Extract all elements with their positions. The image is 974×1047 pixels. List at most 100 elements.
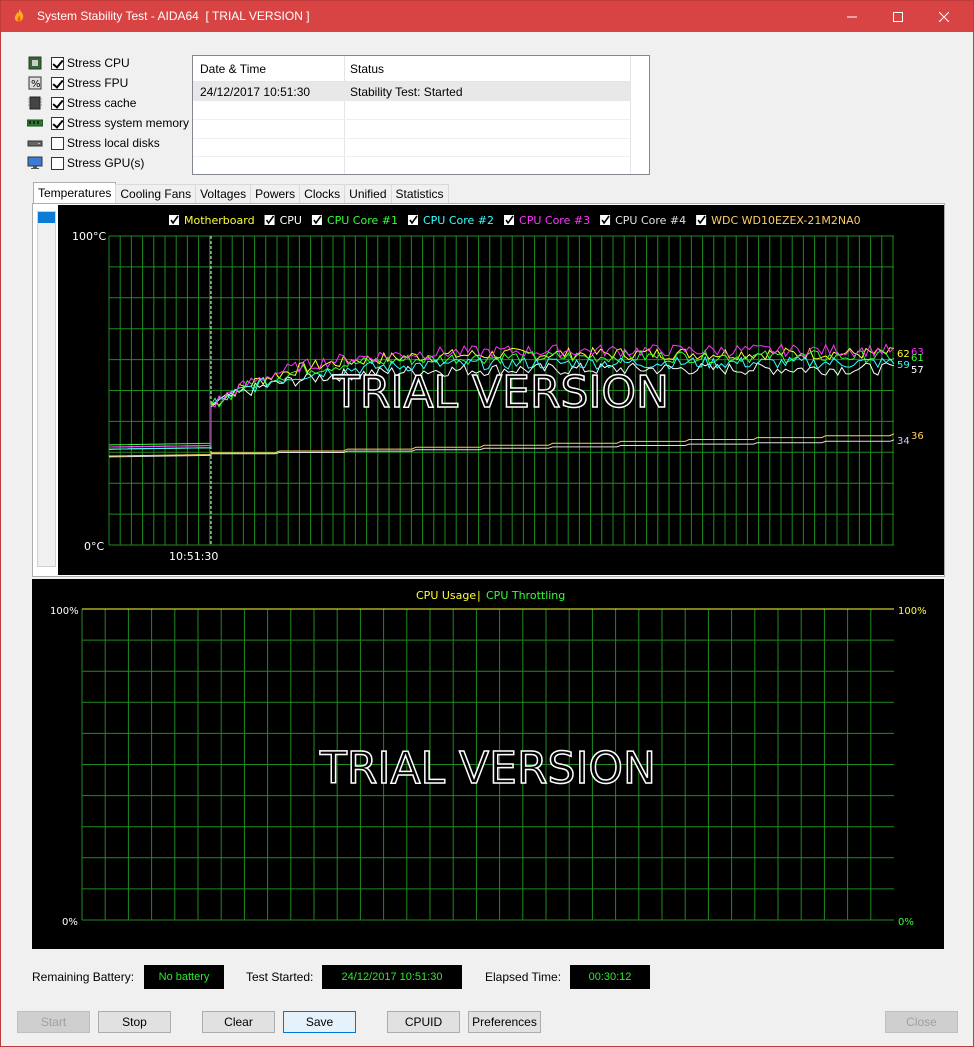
stress-cpu-label: Stress CPU <box>67 56 130 70</box>
row-divider <box>193 156 630 157</box>
series-end-value: 59 <box>897 360 910 371</box>
stress-options: Stress CPU % Stress FPU Stress cache Str… <box>27 53 189 173</box>
stress-fpu-label: Stress FPU <box>67 76 129 90</box>
disk-drive-icon <box>27 140 43 147</box>
memory-module-icon <box>27 119 43 127</box>
test-started-value: 24/12/2017 10:51:30 <box>322 965 462 989</box>
x-marker-label: 10:51:30 <box>169 550 218 563</box>
stress-cpu-option[interactable]: Stress CPU <box>27 53 189 73</box>
stress-cache-checkbox[interactable] <box>51 96 64 110</box>
y-left-bottom-label: 0% <box>62 917 78 928</box>
legend-series-label: CPU Core #1 <box>327 214 398 227</box>
title-bar[interactable]: System Stability Test - AIDA64 [ TRIAL V… <box>1 1 973 32</box>
stress-disks-option[interactable]: Stress local disks <box>27 133 189 153</box>
elapsed-time-value: 00:30:12 <box>570 965 650 989</box>
monitor-gpu-icon <box>27 156 43 169</box>
y-right-top-label: 100% <box>898 606 927 617</box>
column-divider <box>630 56 631 174</box>
legend-series-label: CPU <box>280 214 302 227</box>
series-end-value: 57 <box>911 365 924 376</box>
cpu-usage-legend: CPU Usage <box>416 589 476 602</box>
stress-cache-option[interactable]: Stress cache <box>27 93 189 113</box>
stress-memory-checkbox[interactable] <box>51 116 64 130</box>
stress-gpu-checkbox[interactable] <box>51 156 64 170</box>
close-button[interactable]: Close <box>885 1011 958 1033</box>
stop-button[interactable]: Stop <box>98 1011 171 1033</box>
clear-button[interactable]: Clear <box>202 1011 275 1033</box>
maximize-button[interactable] <box>875 1 921 32</box>
column-header-datetime[interactable]: Date & Time <box>200 62 266 76</box>
cpuid-button[interactable]: CPUID <box>387 1011 460 1033</box>
stress-fpu-option[interactable]: % Stress FPU <box>27 73 189 93</box>
cpu-throttling-legend: CPU Throttling <box>486 589 565 602</box>
stress-gpu-option[interactable]: Stress GPU(s) <box>27 153 189 173</box>
svg-text:%: % <box>31 79 41 90</box>
preferences-button[interactable]: Preferences <box>468 1011 541 1033</box>
cpu-usage-chart-svg: CPU Usage | CPU Throttling 100% 0% 100% … <box>50 589 927 928</box>
cpu-chip-icon <box>28 56 42 70</box>
y-left-top-label: 100% <box>50 606 79 617</box>
legend-series-label: WDC WD10EZEX-21M2NA0 <box>711 214 861 227</box>
temperature-legend: Motherboard CPU CPU Core #1 CPU Core #2 CPU … <box>169 214 861 227</box>
legend-series-label: CPU Core #4 <box>615 214 686 227</box>
start-button[interactable]: Start <box>17 1011 90 1033</box>
tab-clocks[interactable]: Clocks <box>299 184 346 204</box>
series-end-value: 34 <box>897 436 910 447</box>
log-row[interactable]: 24/12/2017 10:51:30 Stability Test: Star… <box>193 82 630 101</box>
save-button[interactable]: Save <box>283 1011 356 1033</box>
stress-memory-label: Stress system memory <box>67 116 190 130</box>
elapsed-time-label: Elapsed Time: <box>485 970 562 984</box>
stress-disks-label: Stress local disks <box>67 136 160 150</box>
legend-separator: | <box>477 589 481 602</box>
minimize-icon <box>847 16 857 17</box>
fpu-percent-icon: % <box>28 76 42 90</box>
stress-gpu-label: Stress GPU(s) <box>67 156 145 170</box>
tab-unified[interactable]: Unified <box>344 184 392 204</box>
log-status: Stability Test: Started <box>350 85 463 99</box>
legend-series-label: Motherboard <box>184 214 255 227</box>
stress-cpu-checkbox[interactable] <box>51 56 64 70</box>
tab-cooling-fans[interactable]: Cooling Fans <box>115 184 197 204</box>
stress-memory-option[interactable]: Stress system memory <box>27 113 189 133</box>
tab-powers[interactable]: Powers <box>250 184 301 204</box>
y-right-bottom-label: 0% <box>898 917 914 928</box>
battery-value: No battery <box>144 965 224 989</box>
legend-series-label: CPU Core #3 <box>519 214 590 227</box>
cache-chip-icon <box>28 96 42 110</box>
minimize-button[interactable] <box>829 1 875 32</box>
test-started-label: Test Started: <box>246 970 314 984</box>
aida64-flame-icon <box>14 9 24 22</box>
tab-statistics[interactable]: Statistics <box>390 184 449 204</box>
row-divider <box>193 119 630 120</box>
temperature-chart: Motherboard CPU CPU Core #1 CPU Core #2 CPU … <box>58 205 944 575</box>
stress-fpu-checkbox[interactable] <box>51 76 64 90</box>
stress-cache-label: Stress cache <box>67 96 137 110</box>
tab-voltages[interactable]: Voltages <box>195 184 252 204</box>
tab-temperatures[interactable]: Temperatures <box>33 182 117 204</box>
y-axis-top-label: 100°C <box>72 230 106 243</box>
y-axis-bottom-label: 0°C <box>84 540 104 553</box>
scrollbar-thumb[interactable] <box>38 212 55 223</box>
stability-test-window: System Stability Test - AIDA64 [ TRIAL V… <box>0 0 974 1047</box>
series-end-value: 62 <box>897 349 910 360</box>
window-title: System Stability Test - AIDA64 [ TRIAL V… <box>37 9 310 23</box>
sensor-scrollbar[interactable] <box>37 211 56 567</box>
log-header: Date & Time Status <box>193 56 630 82</box>
temperature-end-labels: 62 636159 573634 <box>897 347 924 447</box>
cpu-usage-chart: CPU Usage | CPU Throttling 100% 0% 100% … <box>32 579 944 949</box>
trial-watermark: TRIAL VERSION <box>319 743 656 794</box>
close-window-button[interactable] <box>921 1 967 32</box>
log-datetime: 24/12/2017 10:51:30 <box>200 85 311 99</box>
series-end-value: 36 <box>911 431 924 442</box>
column-header-status[interactable]: Status <box>350 62 384 76</box>
chart-tabs: Temperatures Cooling Fans Voltages Power… <box>33 182 449 204</box>
maximize-icon <box>893 11 903 22</box>
row-divider <box>193 138 630 139</box>
battery-label: Remaining Battery: <box>32 970 135 984</box>
status-log-list[interactable]: Date & Time Status 24/12/2017 10:51:30 S… <box>192 55 650 175</box>
series-end-value: 61 <box>911 353 924 364</box>
temperature-chart-svg: Motherboard CPU CPU Core #1 CPU Core #2 CPU … <box>72 214 924 563</box>
legend-series-label: CPU Core #2 <box>423 214 494 227</box>
stress-disks-checkbox[interactable] <box>51 136 64 150</box>
close-icon <box>939 11 949 22</box>
